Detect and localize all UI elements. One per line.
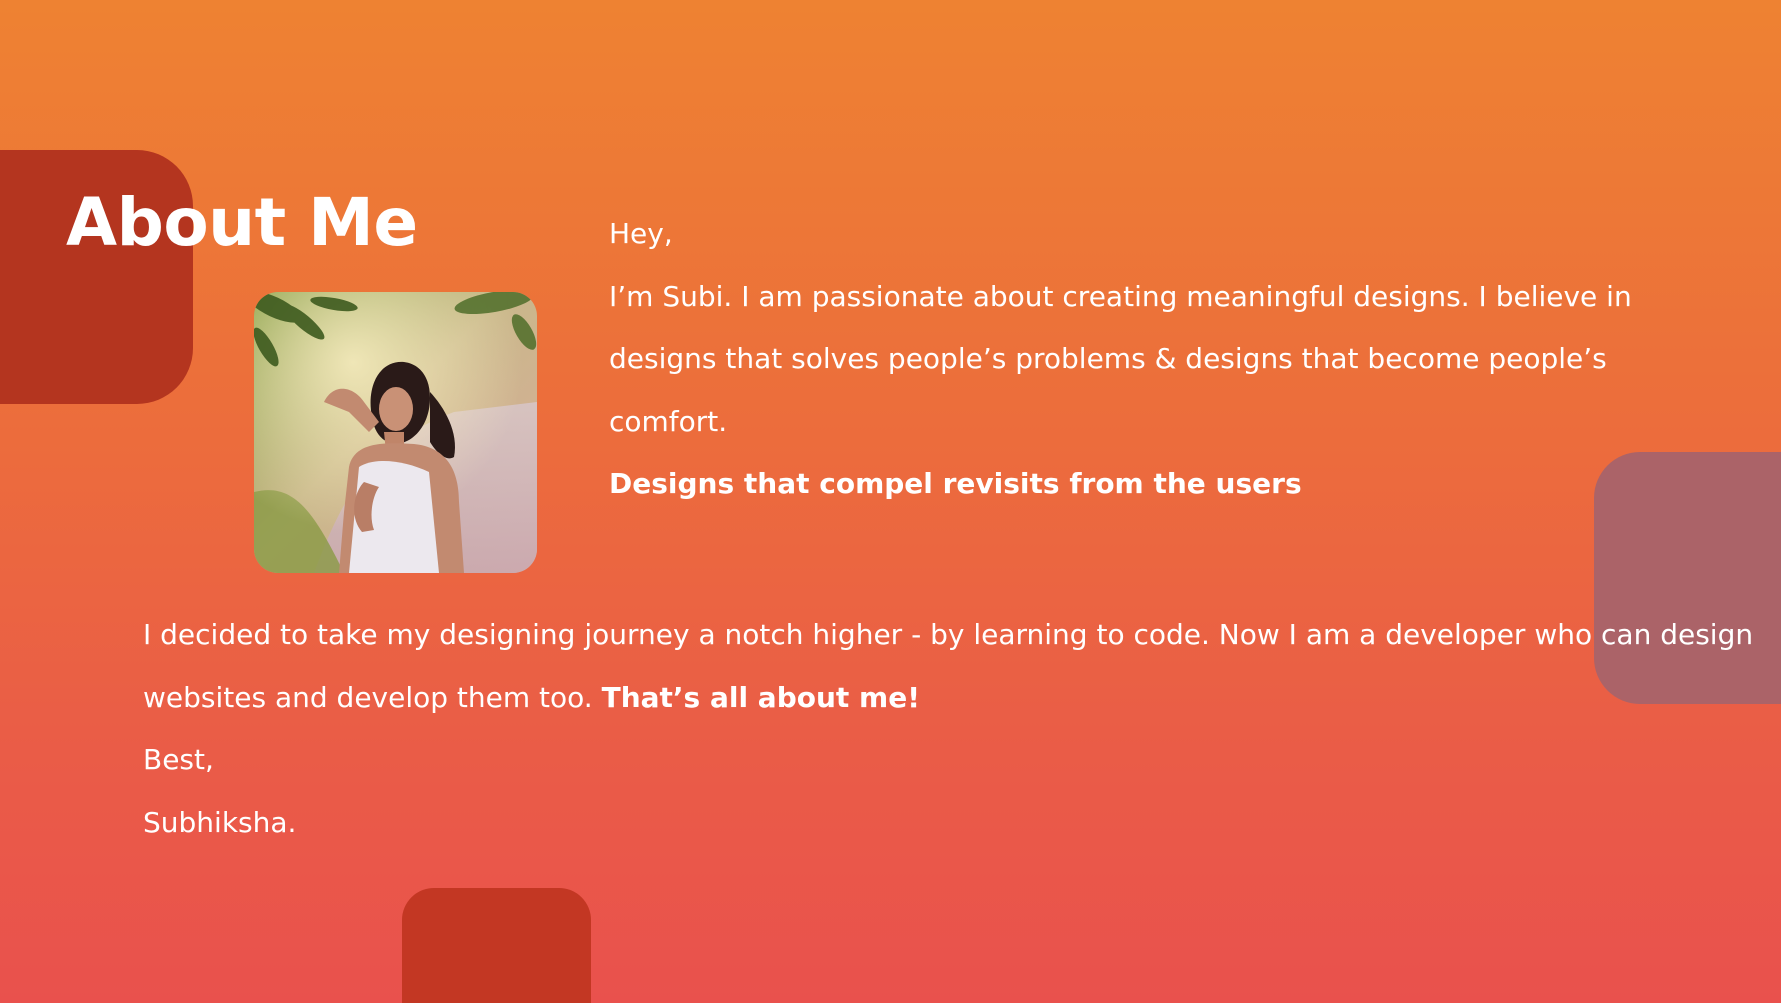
journey-paragraph: I decided to take my designing journey a… — [143, 604, 1763, 729]
profile-photo — [254, 292, 537, 573]
about-section: About Me Hey, I’m Subi. I am passionate … — [0, 0, 1781, 1003]
tagline-text: Designs that compel revisits from the us… — [609, 467, 1302, 500]
journey-emphasis: That’s all about me! — [601, 680, 920, 714]
greeting-text: Hey, — [609, 217, 673, 250]
intro-text-block: Hey, I’m Subi. I am passionate about cre… — [609, 203, 1719, 516]
signoff-text: Best, — [143, 743, 214, 776]
page-title: About Me — [66, 184, 418, 261]
story-text-block: I decided to take my designing journey a… — [143, 604, 1763, 854]
journey-text: I decided to take my designing journey a… — [143, 618, 1754, 714]
bottom-decorative-shape — [402, 888, 591, 1003]
intro-paragraph: I’m Subi. I am passionate about creating… — [609, 279, 1632, 438]
signature-text: Subhiksha. — [143, 805, 297, 839]
